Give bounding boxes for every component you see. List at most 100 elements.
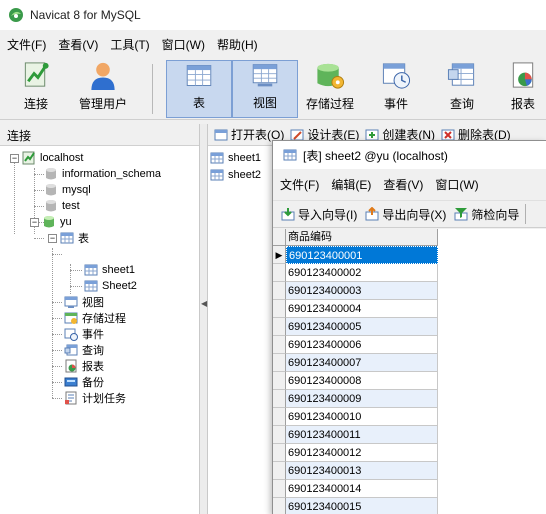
grid-cell[interactable]: 690123400011 <box>286 426 438 444</box>
dw-menu-view[interactable]: 查看(V) <box>376 176 428 193</box>
grid-cell[interactable]: 690123400004 <box>286 300 438 318</box>
toolbar-separator <box>152 64 153 114</box>
grid-cell[interactable]: 690123400002 <box>286 264 438 282</box>
tree-db-mysql[interactable]: mysql <box>44 182 91 198</box>
tree-backups[interactable]: 备份 <box>64 374 104 390</box>
grid-cell[interactable]: 690123400012 <box>286 444 438 462</box>
user-icon <box>91 62 115 91</box>
events-button[interactable]: 事件 <box>368 60 424 118</box>
menu-help[interactable]: 帮助(H) <box>210 36 263 53</box>
tables-button[interactable]: 表 <box>166 60 232 118</box>
tree-db-yu[interactable]: − yu <box>30 214 72 230</box>
table-row[interactable]: 690123400002 <box>273 264 546 282</box>
manage-users-button[interactable]: 管理用户 <box>70 60 136 118</box>
column-header-product-code[interactable]: 商品编码 <box>286 229 438 246</box>
table-row[interactable]: 690123400007 <box>273 354 546 372</box>
object-item-sheet1[interactable]: sheet1 <box>210 150 261 166</box>
tree-events[interactable]: 事件 <box>64 326 104 342</box>
import-wizard-button[interactable]: 导入向导(I) <box>281 206 357 223</box>
tree-procedures[interactable]: 存储过程 <box>64 310 126 326</box>
table-row[interactable]: 690123400003 <box>273 282 546 300</box>
row-header[interactable] <box>273 444 286 462</box>
tree-table-sheet1[interactable]: sheet1 <box>84 262 135 278</box>
filter-wizard-button[interactable]: 筛检向导 <box>454 206 519 223</box>
database-icon <box>46 200 56 212</box>
row-header[interactable] <box>273 480 286 498</box>
object-item-sheet2[interactable]: sheet2 <box>210 167 261 183</box>
row-header[interactable] <box>273 264 286 282</box>
table-row[interactable]: ▶ 690123400001 <box>273 246 546 264</box>
table-row[interactable]: 690123400014 <box>273 480 546 498</box>
table-row[interactable]: 690123400011 <box>273 426 546 444</box>
views-button[interactable]: 视图 <box>232 60 298 118</box>
reports-button[interactable]: 报表 <box>500 60 546 118</box>
row-header[interactable] <box>273 372 286 390</box>
tree-queries[interactable]: 查询 <box>64 342 104 358</box>
schedule-icon <box>65 391 77 405</box>
table-row[interactable]: 690123400008 <box>273 372 546 390</box>
backup-icon <box>64 377 78 387</box>
view-icon <box>64 296 78 308</box>
panel-splitter[interactable]: ◀ <box>200 124 208 514</box>
row-header[interactable] <box>273 300 286 318</box>
grid-cell[interactable]: 690123400009 <box>286 390 438 408</box>
row-header[interactable] <box>273 282 286 300</box>
main-toolbar: 连接 管理用户 表 视图 存储过程 事件 查询 报表 <box>0 58 546 120</box>
tree-scheduled-tasks[interactable]: 计划任务 <box>64 390 126 406</box>
row-header[interactable] <box>273 390 286 408</box>
row-header[interactable] <box>273 336 286 354</box>
grid-cell[interactable]: 690123400008 <box>286 372 438 390</box>
tree-views[interactable]: 视图 <box>64 294 104 310</box>
tree-reports[interactable]: 报表 <box>64 358 104 374</box>
grid-cell[interactable]: 690123400001 <box>286 246 438 264</box>
row-header[interactable] <box>273 354 286 372</box>
grid-cell[interactable]: 690123400007 <box>286 354 438 372</box>
grid-cell[interactable]: 690123400015 <box>286 498 438 514</box>
tree-db-information-schema[interactable]: information_schema <box>44 166 161 182</box>
menu-bar: 文件(F) 查看(V) 工具(T) 窗口(W) 帮助(H) <box>0 33 546 55</box>
connection-panel-header: 连接 <box>0 124 199 146</box>
dw-menu-edit[interactable]: 编辑(E) <box>324 176 376 193</box>
row-header[interactable] <box>273 318 286 336</box>
current-row-indicator-icon[interactable]: ▶ <box>273 246 286 264</box>
grid-cell[interactable]: 690123400005 <box>286 318 438 336</box>
collapse-arrow-icon[interactable]: ◀ <box>201 299 207 308</box>
export-wizard-button[interactable]: 导出向导(X) <box>365 206 446 223</box>
tree-table-sheet2[interactable]: Sheet2 <box>84 278 137 294</box>
grid-cell[interactable]: 690123400010 <box>286 408 438 426</box>
table-row[interactable]: 690123400012 <box>273 444 546 462</box>
grid-cell[interactable]: 690123400013 <box>286 462 438 480</box>
table-row[interactable]: 690123400009 <box>273 390 546 408</box>
connect-button[interactable]: 连接 <box>4 60 68 118</box>
table-row[interactable]: 690123400004 <box>273 300 546 318</box>
collapse-icon[interactable]: − <box>10 153 19 163</box>
row-header[interactable] <box>273 426 286 444</box>
menu-file[interactable]: 文件(F) <box>0 36 51 53</box>
view-icon <box>252 64 278 87</box>
procedures-button[interactable]: 存储过程 <box>300 60 360 118</box>
queries-button[interactable]: 查询 <box>436 60 488 118</box>
open-table-icon <box>214 129 228 140</box>
database-icon <box>46 184 56 196</box>
collapse-icon[interactable]: − <box>48 233 57 243</box>
menu-tools[interactable]: 工具(T) <box>103 36 154 53</box>
table-row[interactable]: 690123400010 <box>273 408 546 426</box>
grid-cell[interactable]: 690123400014 <box>286 480 438 498</box>
tree-tables-folder[interactable]: − 表 <box>48 230 89 246</box>
menu-window[interactable]: 窗口(W) <box>155 36 210 53</box>
row-header[interactable] <box>273 498 286 514</box>
table-row[interactable]: 690123400006 <box>273 336 546 354</box>
collapse-icon[interactable]: − <box>30 217 39 227</box>
table-row[interactable]: 690123400015 <box>273 498 546 514</box>
tree-server-localhost[interactable]: − localhost <box>10 150 83 166</box>
table-row[interactable]: 690123400013 <box>273 462 546 480</box>
grid-cell[interactable]: 690123400006 <box>286 336 438 354</box>
dw-menu-window[interactable]: 窗口(W) <box>428 176 483 193</box>
row-header[interactable] <box>273 462 286 480</box>
grid-cell[interactable]: 690123400003 <box>286 282 438 300</box>
table-row[interactable]: 690123400005 <box>273 318 546 336</box>
menu-view[interactable]: 查看(V) <box>51 36 103 53</box>
tree-db-test[interactable]: test <box>44 198 80 214</box>
dw-menu-file[interactable]: 文件(F) <box>273 176 324 193</box>
row-header[interactable] <box>273 408 286 426</box>
